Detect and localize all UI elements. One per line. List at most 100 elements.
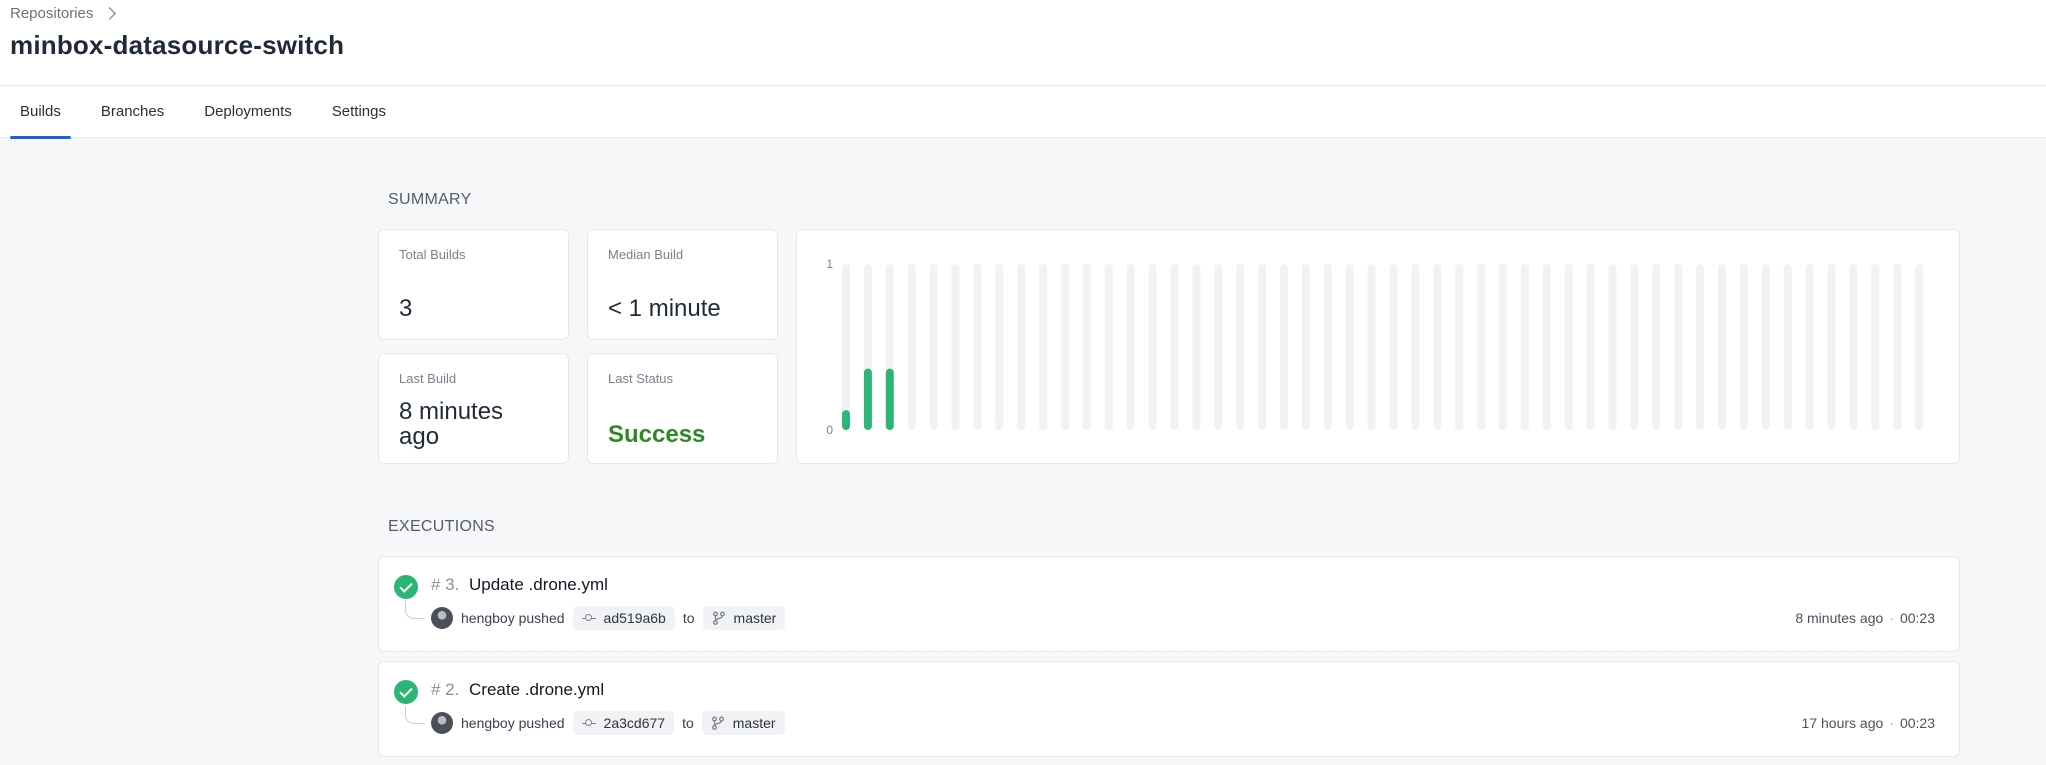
page-title: minbox-datasource-switch — [10, 30, 345, 60]
executions-heading: EXECUTIONS — [388, 518, 496, 535]
chart-bar-track — [995, 264, 1004, 430]
chart-bar-track — [1564, 264, 1573, 430]
execution-number: # 2. — [431, 680, 460, 699]
chart-bar-track — [1236, 264, 1245, 430]
chart-bar-track — [1674, 264, 1683, 430]
tab-settings[interactable]: Settings — [322, 86, 396, 138]
chart-bar-track — [1718, 264, 1726, 430]
execution-row[interactable]: # 3. Update .drone.yml hengboy pushed ad… — [378, 556, 1960, 652]
commit-icon — [581, 719, 596, 727]
connector-line — [405, 706, 425, 724]
tab-branches[interactable]: Branches — [91, 86, 174, 138]
median-build-card: Median Build < 1 minute — [587, 229, 778, 340]
branch-icon — [711, 716, 724, 730]
total-builds-card: Total Builds 3 — [378, 229, 569, 340]
connector-line — [405, 601, 425, 619]
tab-deployments[interactable]: Deployments — [194, 86, 302, 138]
chart-bar-track — [1323, 264, 1332, 430]
chart-bar-track — [1520, 264, 1529, 430]
chart-bar-track — [1433, 264, 1442, 430]
summary-heading: SUMMARY — [388, 191, 472, 208]
chart-bar-track — [1849, 264, 1858, 430]
breadcrumb-repositories-link[interactable]: Repositories — [10, 5, 93, 22]
execution-duration: 00:23 — [1899, 715, 1935, 731]
median-build-value: < 1 minute — [608, 295, 721, 322]
commit-chip[interactable]: ad519a6b — [572, 606, 675, 630]
chart-bar-track — [1827, 264, 1836, 430]
chart-bar-track — [1258, 264, 1267, 430]
last-build-label: Last Build — [399, 371, 457, 386]
execution-number: # 3. — [431, 575, 460, 594]
branch-name: master — [732, 715, 776, 731]
chart-bar-track — [1542, 264, 1551, 430]
chevron-right-icon — [103, 7, 117, 20]
last-status-card: Last Status Success — [587, 353, 778, 464]
chart-bar-track — [1039, 264, 1048, 430]
chart-bar-track — [1126, 264, 1135, 430]
chart-bar-track — [973, 264, 982, 430]
last-build-card: Last Build 8 minutes ago — [378, 353, 569, 464]
commit-chip[interactable]: 2a3cd677 — [572, 711, 675, 735]
chart-bar-track — [1061, 264, 1069, 430]
y-tick-label: 1 — [826, 257, 833, 271]
execution-title[interactable]: Create .drone.yml — [469, 680, 604, 700]
breadcrumb: Repositories — [10, 5, 117, 22]
commit-sha: ad519a6b — [603, 610, 666, 626]
chart-bar-track — [1411, 264, 1420, 430]
total-builds-value: 3 — [399, 295, 413, 322]
chart-bar-track — [1455, 264, 1464, 430]
chart-bar-track — [1017, 264, 1026, 430]
chart-bar-track — [1586, 264, 1595, 430]
chart-bar-track — [907, 264, 916, 430]
branch-name: master — [733, 610, 777, 626]
chart-bar-track — [951, 264, 960, 430]
chart-bar-track — [1214, 264, 1223, 430]
median-build-label: Median Build — [608, 247, 684, 262]
chart-bar-track — [1805, 264, 1814, 430]
build-history-chart-card: 10 — [796, 229, 1960, 464]
execution-meta: hengboy pushed 2a3cd677 to master — [431, 710, 785, 736]
chart-bar-track — [1345, 264, 1354, 430]
chart-bar-track — [1280, 264, 1288, 430]
success-check-icon — [394, 575, 418, 599]
execution-author: hengboy pushed — [461, 610, 565, 626]
tab-bar: Builds Branches Deployments Settings — [10, 86, 416, 139]
chart-bar-track — [1630, 264, 1639, 430]
chart-bar-track — [1893, 264, 1902, 430]
chart-bar-track — [1783, 264, 1792, 430]
execution-timing: 8 minutes ago · 00:23 — [1795, 605, 1935, 631]
last-status-label: Last Status — [608, 371, 674, 386]
commit-icon — [581, 614, 596, 622]
y-tick-label: 0 — [826, 423, 833, 437]
chart-bar-track — [1499, 264, 1507, 430]
page-header: Repositories minbox-datasource-switch Bu… — [0, 0, 2046, 139]
chart-bar-track — [1652, 264, 1661, 430]
branch-chip[interactable]: master — [702, 606, 786, 630]
chart-bar-track — [1301, 264, 1310, 430]
execution-duration: 00:23 — [1899, 610, 1935, 626]
chart-bar-track — [1104, 264, 1113, 430]
last-build-value: 8 minutes ago — [399, 398, 504, 451]
chart-bar-track — [1696, 264, 1705, 430]
tab-builds[interactable]: Builds — [10, 86, 71, 139]
chart-bar-track — [1871, 264, 1880, 430]
chart-bar-track — [1367, 264, 1376, 430]
chart-bar-track — [1739, 264, 1748, 430]
execution-timing: 17 hours ago · 00:23 — [1802, 710, 1935, 736]
execution-time: 8 minutes ago — [1795, 610, 1884, 626]
separator: · — [1889, 610, 1894, 626]
chart-bar[interactable] — [885, 368, 894, 430]
chart-bar-track — [1389, 264, 1398, 430]
chart-bar[interactable] — [863, 368, 872, 430]
execution-title[interactable]: Update .drone.yml — [469, 575, 608, 595]
chart-bar-track — [1608, 264, 1617, 430]
chart-bar-track — [1082, 264, 1091, 430]
chart-bar-track — [1148, 264, 1157, 430]
success-check-icon — [394, 680, 418, 704]
branch-chip[interactable]: master — [701, 711, 785, 735]
chart-bar-track — [929, 264, 938, 430]
chart-bar-track — [1170, 264, 1179, 430]
avatar — [431, 712, 453, 734]
execution-row[interactable]: # 2. Create .drone.yml hengboy pushed 2a… — [378, 661, 1960, 757]
chart-bar[interactable] — [842, 410, 850, 430]
